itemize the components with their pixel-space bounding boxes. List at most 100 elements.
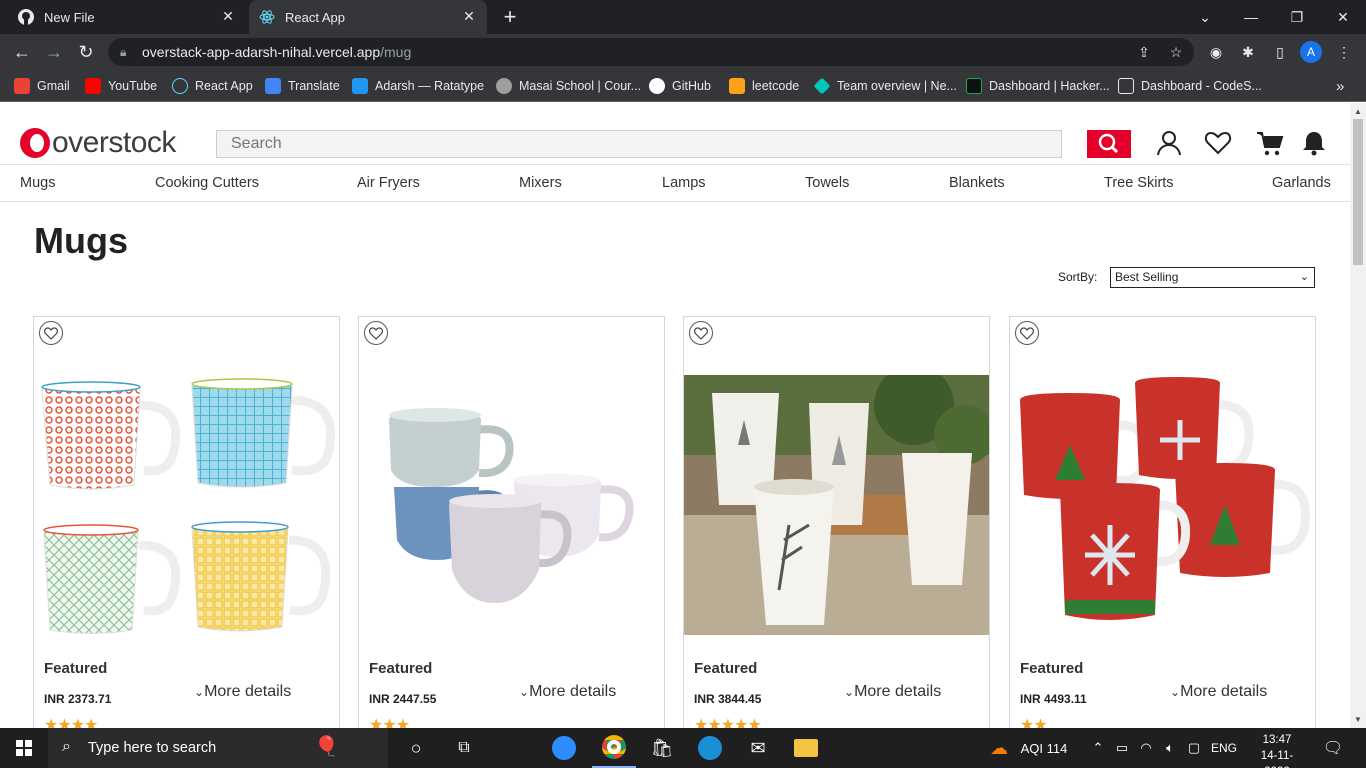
minimize-icon[interactable]: — — [1228, 0, 1274, 34]
page-icon — [1118, 78, 1134, 94]
scroll-down-icon[interactable]: ▼ — [1354, 715, 1362, 724]
more-details-button[interactable]: ⌄More details — [1170, 683, 1267, 701]
category-tree-skirts[interactable]: Tree Skirts — [1104, 175, 1174, 191]
volume-icon[interactable]: 🔈︎ — [1160, 728, 1180, 768]
new-tab-button[interactable]: + — [498, 5, 522, 29]
cortana-icon[interactable]: ○ — [396, 728, 436, 768]
wishlist-heart-icon[interactable] — [1203, 128, 1233, 158]
bookmark-youtube[interactable]: YouTube — [85, 77, 157, 95]
product-card[interactable]: Featured INR 2373.71 ⌄More details ★★★★ — [33, 316, 340, 728]
bookmark-leetcode[interactable]: leetcode — [729, 77, 799, 95]
account-icon[interactable] — [1154, 128, 1184, 158]
bookmark-hackerrank[interactable]: Dashboard | Hacker... — [966, 77, 1110, 95]
category-blankets[interactable]: Blankets — [949, 175, 1005, 191]
bookmark-ratatype[interactable]: Adarsh — Ratatype — [352, 77, 484, 95]
share-icon[interactable]: ⇪ — [1134, 42, 1154, 62]
ratatype-icon — [352, 78, 368, 94]
category-air-fryers[interactable]: Air Fryers — [357, 175, 420, 191]
side-panel-icon[interactable]: ▯ — [1270, 42, 1290, 62]
meet-now-icon[interactable]: ▢ — [1184, 728, 1204, 768]
wishlist-heart-icon[interactable] — [364, 321, 388, 345]
search-button[interactable] — [1087, 130, 1131, 158]
bookmark-codesignal[interactable]: Dashboard - CodeS... — [1118, 77, 1262, 95]
bookmark-star-icon[interactable]: ☆ — [1166, 42, 1186, 62]
weather-status[interactable]: AQI 114 — [1016, 728, 1072, 768]
bookmark-react-app[interactable]: React App — [172, 77, 253, 95]
chevron-down-icon: ⌄ — [1299, 271, 1309, 283]
product-image[interactable] — [34, 375, 339, 635]
bookmark-masai[interactable]: Masai School | Cour... — [496, 77, 641, 95]
product-image[interactable] — [359, 375, 664, 635]
product-card[interactable]: Featured INR 2447.55 ⌄More details ★★★ — [358, 316, 665, 728]
close-window-icon[interactable]: ✕ — [1320, 0, 1366, 34]
category-cooking-cutters[interactable]: Cooking Cutters — [155, 175, 259, 191]
notification-bell-icon[interactable] — [1299, 128, 1329, 158]
logo-text: overstock — [52, 126, 176, 159]
bookmark-netlify[interactable]: Team overview | Ne... — [813, 77, 957, 95]
windows-start-icon[interactable] — [0, 728, 48, 768]
extensions-icon[interactable]: ✱ — [1238, 42, 1258, 62]
url-field[interactable]: 🔒︎ overstack-app-adarsh-nihal.vercel.app… — [108, 38, 1194, 66]
product-price: INR 2373.71 — [44, 692, 112, 706]
restore-icon[interactable]: ❐ — [1274, 0, 1320, 34]
tab-new-file[interactable]: New File ✕ — [8, 0, 246, 34]
close-tab-icon[interactable]: ✕ — [461, 8, 477, 24]
featured-badge: Featured — [694, 660, 758, 677]
sort-select[interactable]: Best Selling ⌄ — [1110, 267, 1315, 288]
product-card[interactable]: Featured INR 3844.45 ⌄More details ★★★★★ — [683, 316, 990, 728]
file-explorer-icon[interactable] — [784, 728, 828, 768]
youtube-icon — [85, 78, 101, 94]
chevron-down-icon: ⌄ — [194, 685, 205, 699]
cart-icon[interactable] — [1255, 128, 1285, 158]
taskbar-search-field[interactable]: ⌕ Type here to search 🎈 — [48, 728, 388, 768]
battery-icon[interactable]: ▭ — [1112, 728, 1132, 768]
bookmark-github[interactable]: GitHub — [649, 77, 711, 95]
tab-search-icon[interactable]: ⌄ — [1182, 0, 1228, 34]
scroll-up-icon[interactable]: ▲ — [1354, 107, 1362, 116]
featured-badge: Featured — [44, 660, 108, 677]
scrollbar-thumb[interactable] — [1353, 119, 1363, 265]
category-lamps[interactable]: Lamps — [662, 175, 706, 191]
close-tab-icon[interactable]: ✕ — [220, 8, 236, 24]
system-clock[interactable]: 13:47 14-11-2022 — [1253, 732, 1301, 780]
zoom-icon[interactable] — [544, 728, 584, 768]
search-input[interactable] — [216, 130, 1062, 158]
show-hidden-icons[interactable]: ⌃ — [1088, 728, 1108, 768]
wishlist-heart-icon[interactable] — [1015, 321, 1039, 345]
product-image[interactable] — [684, 375, 989, 635]
category-mixers[interactable]: Mixers — [519, 175, 562, 191]
product-card[interactable]: Featured INR 4493.11 ⌄More details ★★ — [1009, 316, 1316, 728]
profile-avatar[interactable]: A — [1300, 41, 1322, 63]
task-view-icon[interactable]: ⧉ — [442, 728, 486, 768]
language-indicator[interactable]: ENG — [1208, 728, 1240, 768]
category-garlands[interactable]: Garlands — [1272, 175, 1331, 191]
back-icon[interactable]: ← — [10, 40, 34, 64]
mail-icon[interactable]: ✉ — [736, 728, 780, 768]
category-towels[interactable]: Towels — [805, 175, 849, 191]
category-nav: Mugs Cooking Cutters Air Fryers Mixers L… — [0, 164, 1350, 202]
grammarly-icon[interactable]: ◉ — [1206, 42, 1226, 62]
notifications-icon[interactable]: 🗨︎ — [1318, 728, 1348, 768]
chrome-icon[interactable] — [592, 728, 636, 768]
more-bookmarks-icon[interactable]: » — [1336, 77, 1344, 95]
overstock-logo[interactable]: overstock — [20, 126, 176, 160]
tab-react-app[interactable]: React App ✕ — [249, 0, 487, 34]
more-details-button[interactable]: ⌄More details — [844, 683, 941, 701]
more-details-button[interactable]: ⌄More details — [194, 683, 291, 701]
wifi-icon[interactable]: ◠ — [1136, 728, 1156, 768]
bookmark-gmail[interactable]: Gmail — [14, 77, 70, 95]
page-scrollbar[interactable]: ▲ ▼ — [1350, 103, 1366, 728]
edge-icon[interactable] — [688, 728, 732, 768]
forward-icon[interactable]: → — [42, 40, 66, 64]
category-mugs[interactable]: Mugs — [20, 175, 55, 191]
wishlist-heart-icon[interactable] — [689, 321, 713, 345]
rating-stars: ★★★★★ — [694, 717, 762, 728]
bookmark-translate[interactable]: Translate — [265, 77, 340, 95]
chevron-down-icon: ⌄ — [519, 685, 530, 699]
more-details-button[interactable]: ⌄More details — [519, 683, 616, 701]
reload-icon[interactable]: ↻ — [74, 40, 98, 64]
product-image[interactable] — [1010, 375, 1315, 635]
microsoft-store-icon[interactable]: 🛍︎ — [640, 728, 684, 768]
wishlist-heart-icon[interactable] — [39, 321, 63, 345]
menu-icon[interactable]: ⋮ — [1334, 42, 1354, 62]
